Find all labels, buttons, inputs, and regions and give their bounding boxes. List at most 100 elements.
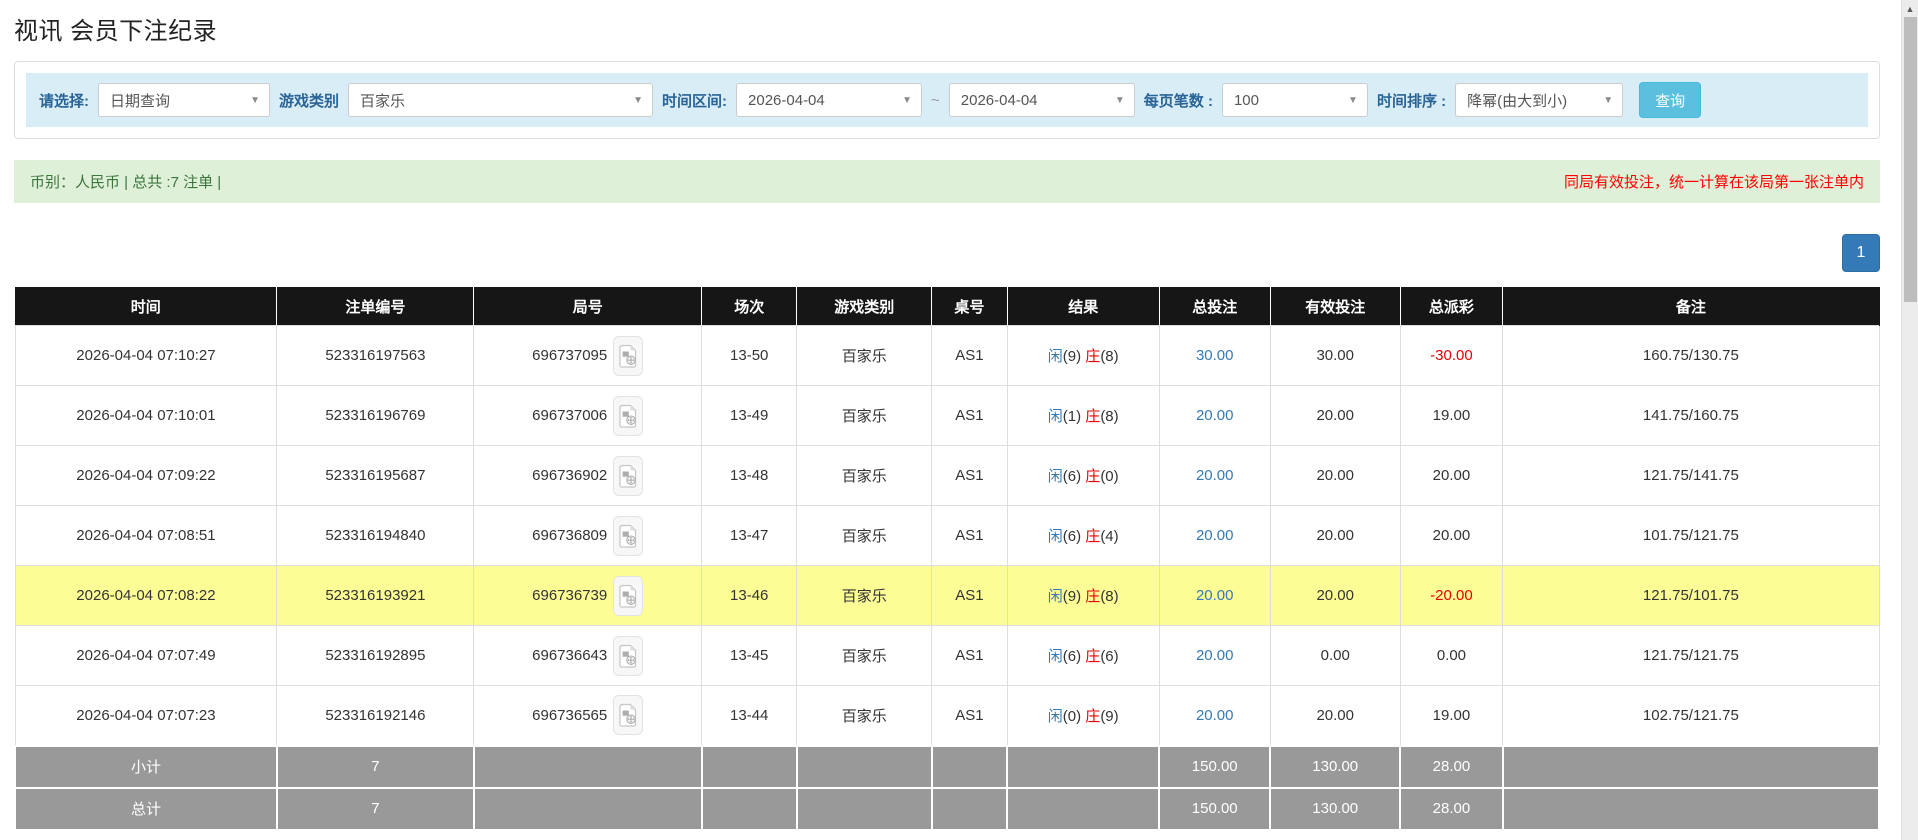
- round-id-wrap: 696736739: [474, 576, 701, 616]
- cell-bet_id: 523316197563: [277, 326, 474, 386]
- col-header-total_bet: 总投注: [1159, 288, 1270, 326]
- video-replay-button[interactable]: [613, 636, 643, 676]
- footer-cell-empty: [702, 746, 797, 788]
- video-replay-icon: [619, 464, 638, 488]
- result-player-value: (9): [1063, 588, 1081, 605]
- footer-cell-count: 7: [277, 788, 474, 830]
- table-header: 时间注单编号局号场次游戏类别桌号结果总投注有效投注总派彩备注: [15, 288, 1879, 326]
- result-player-label: 闲: [1048, 528, 1063, 545]
- round-id-value: 696736739: [532, 587, 607, 604]
- result-banker-value: (8): [1100, 348, 1118, 365]
- scroll-up-arrow-icon[interactable]: ▲: [1902, 0, 1918, 17]
- summary-text: 币别：人民币 | 总共 :7 注单 |: [30, 171, 221, 192]
- col-header-result: 结果: [1007, 288, 1159, 326]
- cell-bet_id: 523316193921: [277, 566, 474, 626]
- video-replay-button[interactable]: [613, 336, 643, 376]
- result-banker-value: (9): [1100, 708, 1118, 725]
- video-replay-button[interactable]: [613, 456, 643, 496]
- cell-session: 13-50: [702, 326, 797, 386]
- cell-result: 闲(1) 庄(8): [1007, 386, 1159, 446]
- result-banker-label: 庄: [1085, 588, 1100, 605]
- chevron-down-icon: ▼: [250, 95, 260, 106]
- result-player-value: (6): [1063, 528, 1081, 545]
- cell-result: 闲(6) 庄(0): [1007, 446, 1159, 506]
- game-type-label: 游戏类别: [279, 90, 339, 111]
- video-replay-button[interactable]: [613, 516, 643, 556]
- cell-result: 闲(6) 庄(6): [1007, 626, 1159, 686]
- cell-round_id: 696737006: [474, 386, 702, 446]
- footer-cell-empty: [1007, 746, 1159, 788]
- cell-game: 百家乐: [797, 446, 932, 506]
- video-replay-button[interactable]: [613, 396, 643, 436]
- cell-valid_bet: 0.00: [1270, 626, 1400, 686]
- chevron-down-icon: ▼: [1348, 95, 1358, 106]
- game-type-value: 百家乐: [360, 90, 405, 111]
- footer-cell-empty: [1007, 788, 1159, 830]
- cell-time: 2026-04-04 07:07:49: [15, 626, 277, 686]
- round-id-wrap: 696736902: [474, 456, 701, 496]
- result-banker-value: (6): [1100, 648, 1118, 665]
- summary-bar: 币别：人民币 | 总共 :7 注单 | 同局有效投注，统一计算在该局第一张注单内: [14, 160, 1880, 203]
- video-replay-button[interactable]: [613, 695, 643, 735]
- valid-bet-note: 同局有效投注，统一计算在该局第一张注单内: [1564, 171, 1864, 192]
- cell-round_id: 696736565: [474, 686, 702, 746]
- cell-result: 闲(0) 庄(9): [1007, 686, 1159, 746]
- footer-cell-label: 小计: [15, 746, 277, 788]
- round-id-value: 696737095: [532, 347, 607, 364]
- round-id-wrap: 696736565: [474, 695, 701, 735]
- cell-table_no: AS1: [932, 386, 1008, 446]
- cell-bet_id: 523316195687: [277, 446, 474, 506]
- time-sort-select[interactable]: 降幂(由大到小) ▼: [1455, 83, 1623, 117]
- round-id-value: 696737006: [532, 407, 607, 424]
- video-replay-button[interactable]: [613, 576, 643, 616]
- cell-round_id: 696736809: [474, 506, 702, 566]
- footer-cell-empty: [1503, 746, 1879, 788]
- page-1-button[interactable]: 1: [1842, 234, 1880, 272]
- cell-time: 2026-04-04 07:07:23: [15, 686, 277, 746]
- cell-session: 13-49: [702, 386, 797, 446]
- result-player-label: 闲: [1048, 408, 1063, 425]
- footer-cell-count: 7: [277, 746, 474, 788]
- cell-bet_id: 523316196769: [277, 386, 474, 446]
- query-mode-select[interactable]: 日期查询 ▼: [98, 83, 270, 117]
- footer-cell-empty: [474, 788, 702, 830]
- table-row: 2026-04-04 07:10:01523316196769 696737006…: [15, 386, 1879, 446]
- result-banker-label: 庄: [1085, 408, 1100, 425]
- cell-game: 百家乐: [797, 686, 932, 746]
- video-replay-icon: [619, 584, 638, 608]
- cell-total_bet: 20.00: [1159, 446, 1270, 506]
- cell-valid_bet: 20.00: [1270, 506, 1400, 566]
- cell-game: 百家乐: [797, 386, 932, 446]
- footer-cell-valid_bet: 130.00: [1270, 746, 1400, 788]
- cell-valid_bet: 20.00: [1270, 566, 1400, 626]
- date-to-select[interactable]: 2026-04-04 ▼: [949, 83, 1135, 117]
- result-player-label: 闲: [1048, 648, 1063, 665]
- date-from-select[interactable]: 2026-04-04 ▼: [736, 83, 922, 117]
- cell-time: 2026-04-04 07:10:01: [15, 386, 277, 446]
- game-type-select[interactable]: 百家乐 ▼: [348, 83, 653, 117]
- cell-table_no: AS1: [932, 326, 1008, 386]
- query-button[interactable]: 查询: [1639, 82, 1701, 118]
- result-player-label: 闲: [1048, 348, 1063, 365]
- footer-cell-empty: [702, 788, 797, 830]
- cell-remark: 141.75/160.75: [1503, 386, 1879, 446]
- video-replay-icon: [619, 524, 638, 548]
- cell-valid_bet: 20.00: [1270, 686, 1400, 746]
- table-footer: 小计7150.00130.0028.00总计7150.00130.0028.00: [15, 746, 1879, 830]
- cell-table_no: AS1: [932, 566, 1008, 626]
- cell-result: 闲(9) 庄(8): [1007, 326, 1159, 386]
- col-header-time: 时间: [15, 288, 277, 326]
- main-content: 视讯 会员下注纪录 请选择: 日期查询 ▼ 游戏类别 百家乐 ▼ 时间区间: 2…: [14, 0, 1880, 831]
- footer-cell-empty: [474, 746, 702, 788]
- cell-session: 13-44: [702, 686, 797, 746]
- scrollbar-thumb[interactable]: [1904, 17, 1917, 302]
- round-id-wrap: 696737006: [474, 396, 701, 436]
- table-body: 2026-04-04 07:10:27523316197563696737095…: [15, 326, 1879, 746]
- cell-game: 百家乐: [797, 566, 932, 626]
- cell-table_no: AS1: [932, 686, 1008, 746]
- cell-round_id: 696736643: [474, 626, 702, 686]
- result-banker-value: (8): [1100, 588, 1118, 605]
- vertical-scrollbar[interactable]: ▲: [1901, 0, 1918, 840]
- page-size-select[interactable]: 100 ▼: [1222, 83, 1368, 117]
- header-row: 时间注单编号局号场次游戏类别桌号结果总投注有效投注总派彩备注: [15, 288, 1879, 326]
